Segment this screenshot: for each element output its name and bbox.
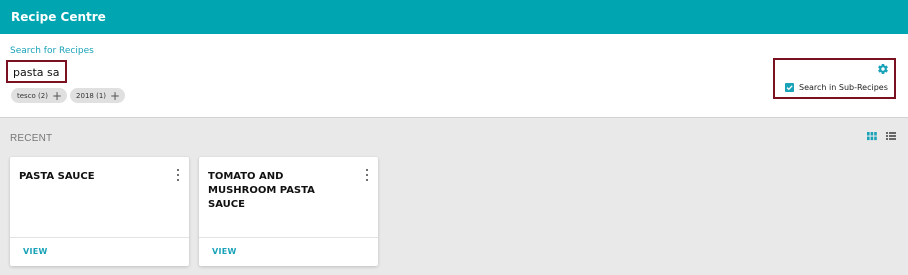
search-panel: Search for Recipes tesco (2) + 2018 (1) … <box>0 34 908 118</box>
search-input[interactable] <box>6 60 67 83</box>
card-divider <box>199 237 378 238</box>
recipe-card-title: TOMATO AND MUSHROOM PASTA SAUCE <box>208 171 315 210</box>
more-options-icon[interactable] <box>176 169 180 181</box>
more-options-icon[interactable] <box>365 169 369 181</box>
check-icon <box>786 85 793 91</box>
filter-chip-label: tesco (2) <box>17 91 48 100</box>
recipe-card[interactable]: PASTA SAUCE VIEW <box>10 157 189 266</box>
top-app-bar: Recipe Centre <box>0 0 908 34</box>
view-recipe-button[interactable]: VIEW <box>23 247 48 256</box>
list-view-icon[interactable] <box>886 131 896 141</box>
sub-recipes-option[interactable]: Search in Sub-Recipes <box>785 83 888 92</box>
sub-recipes-label: Search in Sub-Recipes <box>799 83 888 92</box>
sub-recipes-checkbox[interactable] <box>785 83 794 92</box>
view-recipe-button[interactable]: VIEW <box>212 247 237 256</box>
recipe-card[interactable]: TOMATO AND MUSHROOM PASTA SAUCE VIEW <box>199 157 378 266</box>
filter-chips: tesco (2) + 2018 (1) + <box>11 88 126 103</box>
add-icon[interactable]: + <box>52 90 62 102</box>
gear-icon[interactable] <box>877 63 889 75</box>
filter-chip-2018[interactable]: 2018 (1) + <box>70 88 126 103</box>
add-icon[interactable]: + <box>110 90 120 102</box>
search-settings-panel: Search in Sub-Recipes <box>773 58 896 99</box>
card-divider <box>10 237 189 238</box>
search-label: Search for Recipes <box>10 46 94 56</box>
grid-view-icon[interactable] <box>867 131 877 141</box>
recipe-card-title: PASTA SAUCE <box>19 171 95 182</box>
app-title: Recipe Centre <box>11 10 106 24</box>
filter-chip-tesco[interactable]: tesco (2) + <box>11 88 68 103</box>
filter-chip-label: 2018 (1) <box>76 91 107 100</box>
recent-section-title: RECENT <box>10 133 53 144</box>
